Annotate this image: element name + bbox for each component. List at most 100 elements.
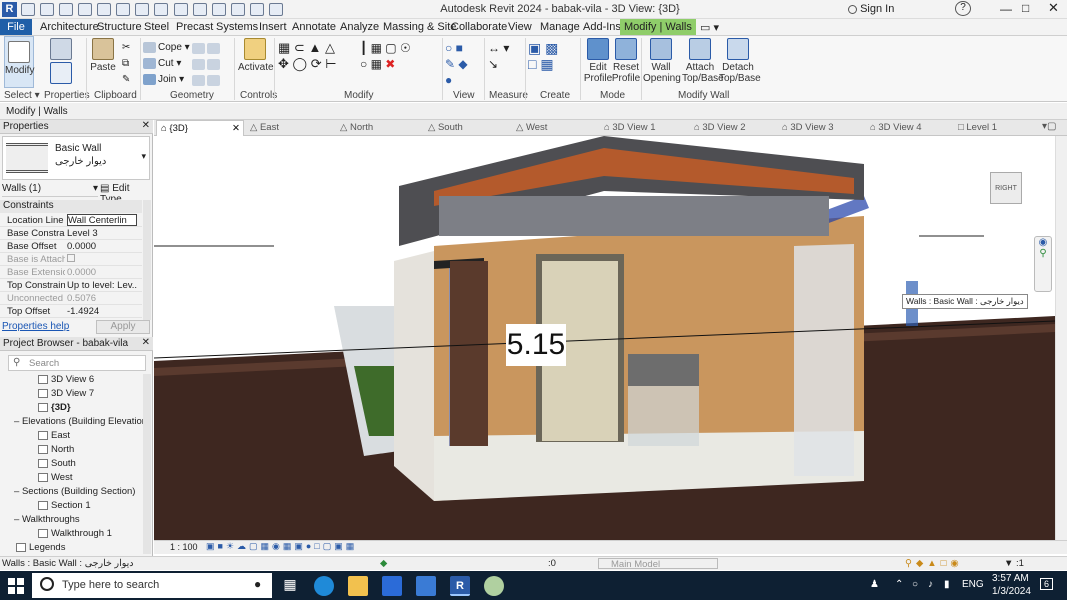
3d-viewport[interactable]: 5.15 Walls : Basic Wall : دیوار خارجی RI…: [154, 136, 1055, 540]
pin-icon[interactable]: ☉: [400, 41, 411, 55]
store-icon[interactable]: [382, 576, 402, 596]
file-explorer-icon[interactable]: [348, 576, 368, 596]
close-icon[interactable]: ✕: [142, 120, 150, 131]
browser-group-walkthroughs[interactable]: – Walkthroughs: [14, 514, 80, 525]
properties-help-link[interactable]: Properties help: [2, 321, 69, 332]
copy-icon[interactable]: ⧉: [122, 56, 130, 72]
rotate-icon[interactable]: ⟳: [311, 56, 322, 71]
mirror-icon[interactable]: ▲: [308, 40, 321, 55]
thin-lines-icon[interactable]: [230, 3, 245, 16]
paste-button[interactable]: Paste: [90, 38, 116, 73]
viewcube[interactable]: RIGHT: [990, 172, 1022, 204]
tab-west[interactable]: △ West: [512, 120, 551, 136]
tab-add-ins[interactable]: Add-Ins: [583, 21, 621, 33]
reset-profile-button[interactable]: Reset Profile: [610, 38, 642, 84]
revit-app-icon[interactable]: R: [2, 2, 17, 17]
section-icon[interactable]: [211, 3, 226, 16]
move-icon[interactable]: ✥: [278, 56, 289, 71]
open-icon[interactable]: [21, 3, 35, 16]
volume-icon[interactable]: ♪: [928, 579, 933, 590]
delete-icon[interactable]: ✖: [385, 57, 395, 71]
apply-button[interactable]: Apply: [96, 320, 150, 334]
wall-opening-button[interactable]: Wall Opening: [643, 38, 681, 84]
tabs-overflow-icon[interactable]: ▾▢: [1042, 121, 1056, 132]
print-icon[interactable]: [116, 3, 131, 16]
help-button[interactable]: ?: [955, 1, 971, 16]
cope-button[interactable]: Cope ▾: [143, 40, 190, 56]
tab-structure[interactable]: Structure: [97, 21, 142, 33]
offset-icon[interactable]: ⊂: [294, 40, 305, 55]
create-similar-icon[interactable]: ▦: [540, 56, 553, 72]
prop-base-attached[interactable]: Base is Attach...: [0, 253, 142, 266]
tab-level-1[interactable]: □ Level 1: [954, 120, 1001, 136]
tab-analyze[interactable]: Analyze: [340, 21, 379, 33]
selection-filter-icons[interactable]: ⚲◆▲□◉: [905, 558, 963, 569]
text-icon[interactable]: [173, 3, 188, 16]
unpin-icon[interactable]: ○: [360, 57, 367, 71]
sign-in[interactable]: Sign In: [848, 3, 894, 15]
show-hidden-icons[interactable]: ⌃: [895, 579, 903, 590]
close-button[interactable]: ✕: [1048, 0, 1059, 16]
browser-item-walkthrough-1[interactable]: Walkthrough 1: [38, 528, 112, 539]
main-model-dropdown[interactable]: Main Model: [598, 558, 718, 570]
tab-architecture[interactable]: Architecture: [40, 21, 99, 33]
constraints-section[interactable]: Constraints: [0, 200, 142, 213]
select-panel-label[interactable]: Select ▾: [4, 90, 40, 101]
browser-item-3d-view-6[interactable]: 3D View 6: [38, 374, 94, 385]
taskbar-search[interactable]: Type here to search ●: [32, 573, 272, 598]
activate-button[interactable]: Activate: [238, 38, 274, 73]
hammer-icon[interactable]: [207, 74, 220, 86]
notification-badge[interactable]: 6: [1040, 578, 1054, 590]
network-icon[interactable]: ○: [912, 579, 918, 590]
tab-massing-site[interactable]: Massing & Site: [383, 21, 456, 33]
create-parts-icon[interactable]: ▩: [545, 40, 558, 56]
tab-3d-view-4[interactable]: ⌂ 3D View 4: [866, 120, 926, 136]
browser-search-box[interactable]: ⚲ Search: [8, 355, 146, 371]
tab-systems[interactable]: Systems: [216, 21, 258, 33]
split-icon[interactable]: ┃: [360, 41, 367, 55]
mirror-draw-icon[interactable]: △: [325, 40, 335, 55]
dimension-icon[interactable]: [154, 3, 169, 16]
array-icon[interactable]: ▦: [371, 41, 382, 55]
viewport-scrollbar[interactable]: [1055, 136, 1067, 540]
worksets-icon[interactable]: ◆: [380, 558, 387, 569]
grid-icon[interactable]: ▦: [371, 57, 382, 71]
visibility-icon[interactable]: ◆: [458, 57, 467, 71]
save-icon[interactable]: [40, 3, 55, 16]
tab-3d[interactable]: ⌂ {3D} ✕: [156, 120, 244, 136]
close-hidden-icon[interactable]: [249, 3, 264, 16]
instance-selector[interactable]: Walls (1) ▾: [2, 183, 98, 197]
remove-paint-icon[interactable]: [207, 58, 220, 70]
browser-group-sections[interactable]: – Sections (Building Section): [14, 486, 135, 497]
trim-icon[interactable]: ⊢: [325, 56, 336, 71]
minimize-button[interactable]: —: [1000, 2, 1012, 16]
tab-manage[interactable]: Manage: [540, 21, 580, 33]
tab-south[interactable]: △ South: [424, 120, 467, 136]
scale-icon[interactable]: ▢: [385, 41, 396, 55]
close-icon[interactable]: ✕: [142, 337, 150, 348]
type-properties-button[interactable]: [46, 38, 76, 86]
prop-value-input[interactable]: Wall Centerlin: [67, 214, 137, 226]
temporary-dimension[interactable]: 5.15: [506, 324, 566, 366]
steering-wheel-icon[interactable]: ◉: [1035, 237, 1051, 248]
prop-top-constraint[interactable]: Top Constraint Up to level: Lev...: [0, 279, 142, 292]
tab-extra-icon[interactable]: ▭ ▾: [700, 21, 719, 34]
tab-east[interactable]: △ East: [246, 120, 283, 136]
checkbox[interactable]: [67, 254, 137, 265]
cut-button[interactable]: Cut ▾: [143, 56, 190, 72]
browser-item-north[interactable]: North: [38, 444, 74, 455]
type-selector[interactable]: Basic Wall دیوار خارجی ▾: [2, 136, 150, 180]
split-face-icon[interactable]: [207, 42, 220, 54]
task-view-icon[interactable]: ▦: [280, 576, 300, 596]
navigation-bar[interactable]: ◉ ⚲: [1034, 236, 1052, 292]
wall-joins-icon[interactable]: [192, 42, 205, 54]
battery-icon[interactable]: ▮: [944, 579, 950, 590]
copy-element-icon[interactable]: ◯: [293, 56, 308, 71]
tab-3d-view-2[interactable]: ⌂ 3D View 2: [690, 120, 750, 136]
tab-precast[interactable]: Precast: [176, 21, 213, 33]
tab-3d-view-1[interactable]: ⌂ 3D View 1: [600, 120, 660, 136]
filter-icon[interactable]: ▼: [1004, 558, 1013, 569]
tab-3d-view-3[interactable]: ⌂ 3D View 3: [778, 120, 838, 136]
revit-taskbar-icon[interactable]: R: [450, 576, 470, 596]
browser-item-south[interactable]: South: [38, 458, 76, 469]
